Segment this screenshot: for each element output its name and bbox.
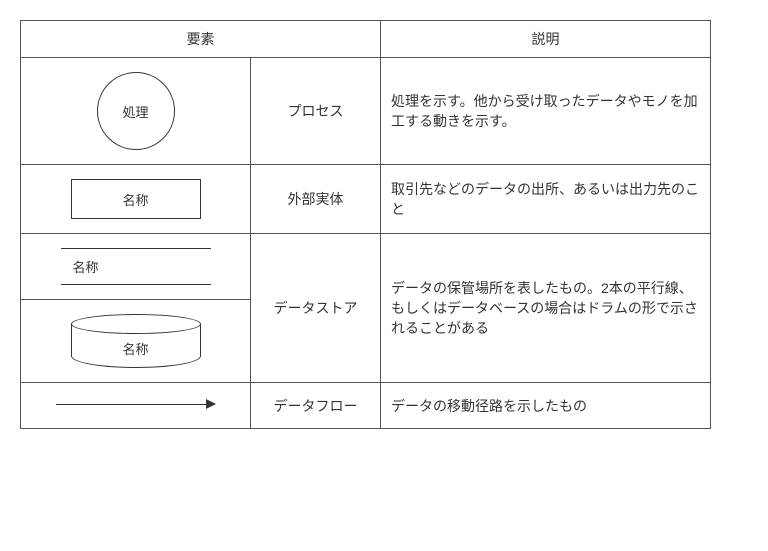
symbol-cell-dataflow (21, 383, 251, 429)
header-description: 説明 (381, 21, 711, 58)
symbol-cell-datastore-lines: 名称 (21, 234, 251, 300)
symbol-label: 名称 (122, 339, 148, 358)
symbol-label: 処理 (122, 102, 148, 121)
table: 要素 説明 処理 プロセス 処理を示す。他から受け取ったデータやモノを加工する動… (20, 20, 711, 429)
drum-icon: 名称 (71, 314, 201, 368)
desc-external: 取引先などのデータの出所、あるいは出力先のこと (381, 165, 711, 234)
row-external: 名称 外部実体 取引先などのデータの出所、あるいは出力先のこと (21, 165, 711, 234)
row-dataflow: データフロー データの移動径路を示したもの (21, 383, 711, 429)
desc-process: 処理を示す。他から受け取ったデータやモノを加工する動きを示す。 (381, 58, 711, 165)
dfd-notation-table: 要素 説明 処理 プロセス 処理を示す。他から受け取ったデータやモノを加工する動… (20, 20, 710, 429)
name-process: プロセス (251, 58, 381, 165)
symbol-cell-external: 名称 (21, 165, 251, 234)
name-dataflow: データフロー (251, 383, 381, 429)
symbol-label: 名称 (61, 249, 211, 284)
rectangle-icon: 名称 (71, 179, 201, 219)
header-row: 要素 説明 (21, 21, 711, 58)
desc-datastore: データの保管場所を表したもの。2本の平行線、もしくはデータベースの場合はドラムの… (381, 234, 711, 383)
symbol-cell-datastore-drum: 名称 (21, 300, 251, 383)
arrow-right-icon (56, 397, 216, 411)
parallel-lines-icon: 名称 (61, 248, 211, 285)
row-datastore-lines: 名称 データストア データの保管場所を表したもの。2本の平行線、もしくはデータベ… (21, 234, 711, 300)
name-datastore: データストア (251, 234, 381, 383)
symbol-label: 名称 (122, 190, 148, 209)
header-element: 要素 (21, 21, 381, 58)
symbol-cell-process: 処理 (21, 58, 251, 165)
circle-icon: 処理 (97, 72, 175, 150)
row-process: 処理 プロセス 処理を示す。他から受け取ったデータやモノを加工する動きを示す。 (21, 58, 711, 165)
desc-dataflow: データの移動径路を示したもの (381, 383, 711, 429)
name-external: 外部実体 (251, 165, 381, 234)
